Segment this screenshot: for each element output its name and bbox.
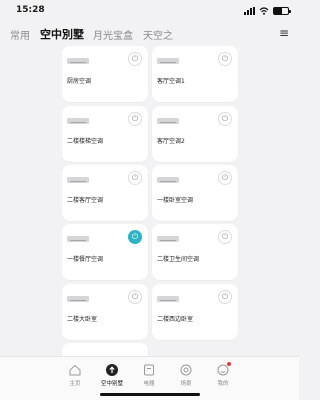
device-name: 二楼西边卧室 <box>157 316 194 323</box>
air-conditioner-icon <box>157 296 179 302</box>
nav-profile-label: 我的 <box>217 381 229 387</box>
device-card[interactable]: 二楼大卧室 ⏻ <box>62 284 148 340</box>
scene-icon <box>180 364 192 376</box>
power-button[interactable]: ⏻ <box>128 171 142 185</box>
device-card[interactable]: 二楼楼梯空调 ⏻ <box>62 106 148 162</box>
tab-moonlight-box[interactable]: 月光宝盒 <box>93 27 133 42</box>
air-conditioner-icon <box>67 177 89 183</box>
air-conditioner-icon <box>157 58 179 64</box>
device-name: 二楼客厅空调 <box>67 197 104 204</box>
nav-home-label: 主页 <box>69 381 81 387</box>
device-name: 二楼卫生间空调 <box>157 256 200 263</box>
device-card[interactable]: 二楼客厅空调 ⏻ <box>62 165 148 221</box>
nav-home[interactable]: 主页 <box>57 363 93 387</box>
device-card[interactable]: 客厅空调2 ⏻ <box>152 106 238 162</box>
status-time: 15:28 <box>16 5 45 15</box>
power-button[interactable]: ⏻ <box>128 112 142 126</box>
air-conditioner-icon <box>67 296 89 302</box>
battery-fill <box>274 8 283 14</box>
notification-badge <box>227 362 231 366</box>
nav-appliances-label: 电器 <box>143 381 155 387</box>
room-tabs: 常用 空中別墅 月光宝盒 天空之 ≡ <box>0 22 299 46</box>
nav-appliances[interactable]: 电器 <box>131 363 167 387</box>
device-card[interactable]: 厨房空调 ⏻ <box>62 46 148 102</box>
appliance-icon <box>144 364 154 376</box>
air-conditioner-icon <box>157 118 179 124</box>
air-conditioner-icon <box>157 236 179 242</box>
power-button[interactable]: ⏻ <box>128 290 142 304</box>
device-name: 二楼大卧室 <box>67 316 98 323</box>
power-button[interactable]: ⏻ <box>218 112 232 126</box>
air-conditioner-icon <box>67 118 89 124</box>
home-icon <box>69 364 81 376</box>
power-button[interactable]: ⏻ <box>218 290 232 304</box>
device-name: 一楼餐厅空调 <box>67 256 104 263</box>
tab-sky-villa[interactable]: 空中別墅 <box>40 26 84 42</box>
tab-sky-castle[interactable]: 天空之 <box>143 27 173 42</box>
power-button[interactable]: ⏻ <box>218 230 232 244</box>
device-name: 客厅空调1 <box>157 78 185 85</box>
air-conditioner-icon <box>157 177 179 183</box>
device-grid: 厨房空调 ⏻ 客厅空调1 ⏻ 二楼楼梯空调 ⏻ 客厅空调2 ⏻ 二楼客厅空调 ⏻ 一楼卧室空调 ⏻ 一楼… <box>0 46 299 360</box>
air-conditioner-icon <box>67 58 89 64</box>
device-card[interactable]: 一楼卧室空调 ⏻ <box>152 165 238 221</box>
device-name: 二楼楼梯空调 <box>67 138 104 145</box>
power-button[interactable]: ⏻ <box>218 52 232 66</box>
device-name: 一楼卧室空调 <box>157 197 194 204</box>
nav-sky-villa-label: 空中别墅 <box>100 381 123 387</box>
device-card[interactable]: 二楼卫生间空调 ⏻ <box>152 224 238 280</box>
nav-sky-villa[interactable]: 空中别墅 <box>94 363 130 387</box>
air-conditioner-icon <box>67 236 89 242</box>
device-name: 客厅空调2 <box>157 138 185 145</box>
device-card[interactable]: 客厅空调1 ⏻ <box>152 46 238 102</box>
device-card[interactable]: 二楼西边卧室 ⏻ <box>152 284 238 340</box>
menu-icon[interactable]: ≡ <box>279 26 289 40</box>
power-button[interactable]: ⏻ <box>128 230 142 244</box>
status-icons <box>244 6 291 16</box>
tabs-fade <box>241 22 281 46</box>
arrow-up-icon <box>106 364 118 376</box>
device-card[interactable]: 一楼餐厅空调 ⏻ <box>62 224 148 280</box>
power-button[interactable]: ⏻ <box>218 171 232 185</box>
nav-scenes[interactable]: 场景 <box>168 363 204 387</box>
power-button[interactable]: ⏻ <box>128 52 142 66</box>
battery-icon <box>273 7 291 15</box>
home-indicator <box>100 393 200 396</box>
nav-scenes-label: 场景 <box>180 381 192 387</box>
wifi-icon <box>259 7 269 15</box>
tab-common[interactable]: 常用 <box>10 27 30 42</box>
nav-profile[interactable]: 我的 <box>205 362 241 387</box>
status-bar: 15:28 <box>0 0 299 22</box>
device-name: 厨房空调 <box>67 78 92 85</box>
signal-icon <box>244 7 255 15</box>
